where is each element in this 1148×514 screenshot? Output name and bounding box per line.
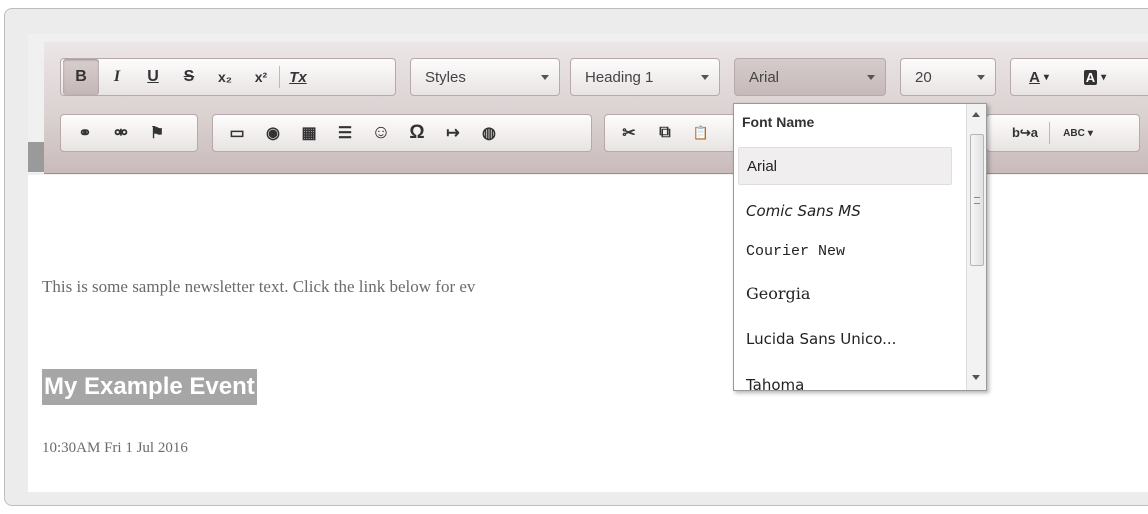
background-color-button[interactable]: A ▾ [1067,59,1123,95]
dropdown-scrollbar[interactable] [966,104,986,390]
format-combo[interactable]: Heading 1 [570,58,720,96]
scroll-up-arrow-icon[interactable] [972,112,980,117]
chevron-down-icon: ▾ [1087,127,1093,139]
spellcheck-icon: ABC [1063,127,1085,139]
background-color-icon: A [1083,69,1098,85]
links-group: ⚭ ⚮ ⚑ [60,114,198,152]
flash-button[interactable]: ◉ [255,115,291,151]
newsletter-paragraph: This is some sample newsletter text. Cli… [42,277,476,296]
italic-button[interactable]: I [99,59,135,95]
subscript-button[interactable]: x₂ [207,59,243,95]
smiley-button[interactable]: ☺ [363,115,399,151]
horizontal-line-button[interactable]: ☰ [327,115,363,151]
copy-icon: ⧉ [659,124,671,141]
find-replace-button[interactable]: b↪a [1001,115,1049,151]
font-option-label: Comic Sans MS [746,202,861,220]
styles-combo[interactable]: Styles [410,58,560,96]
link-icon: ⚭ [78,125,92,142]
font-option-georgia[interactable]: Georgia [738,274,952,312]
font-combo-label: Arial [749,68,780,86]
remove-format-button[interactable]: Tx [280,59,316,95]
font-option-lucida-sans-unicode[interactable]: Lucida Sans Unico... [738,320,952,358]
flash-icon: ◉ [266,125,280,142]
chevron-down-icon [867,75,875,80]
superscript-button[interactable]: x² [243,59,279,95]
flag-icon: ⚑ [149,125,165,142]
styles-combo-label: Styles [425,68,466,86]
dropdown-title: Font Name [742,114,815,130]
strikethrough-icon: S [183,68,195,85]
copy-button[interactable]: ⧉ [647,115,683,151]
font-option-label: Georgia [746,283,811,303]
font-size-combo[interactable]: 20 [900,58,996,96]
clipboard-group: ✂ ⧉ 📋 [604,114,744,152]
image-icon: ▭ [229,125,245,142]
colors-group: A ▾ A ▾ [1010,58,1148,96]
table-button[interactable]: ▦ [291,115,327,151]
paste-button[interactable]: 📋 [683,115,719,151]
page-break-button[interactable]: ↦ [435,115,471,151]
subscript-icon: x₂ [217,69,232,85]
font-combo[interactable]: Arial [734,58,886,96]
strikethrough-button[interactable]: S [171,59,207,95]
cut-button[interactable]: ✂ [611,115,647,151]
chevron-down-icon [541,75,549,80]
font-option-label: Lucida Sans Unico... [746,330,897,348]
unlink-button[interactable]: ⚮ [103,115,139,151]
text-color-icon: A [1029,68,1040,86]
font-option-comic-sans-ms[interactable]: Comic Sans MS [738,192,952,230]
format-combo-label: Heading 1 [585,68,654,86]
font-option-courier-new[interactable]: Courier New [738,232,952,270]
image-button[interactable]: ▭ [219,115,255,151]
horizontal-line-icon: ☰ [337,125,353,142]
insert-group: ▭ ◉ ▦ ☰ ☺ Ω ↦ ◍ [212,114,592,152]
bold-icon: B [75,68,87,85]
basic-styles-group: B I U S x₂ x² Tx [60,58,396,96]
font-name-dropdown: Font Name Arial Comic Sans MS Courier Ne… [733,103,987,391]
chevron-down-icon: ▾ [1101,71,1107,83]
chevron-down-icon [701,75,709,80]
editing-group: b↪a ABC ▾ [986,114,1140,152]
unlink-icon: ⚮ [114,125,128,142]
chevron-down-icon [977,75,985,80]
font-size-combo-label: 20 [915,68,932,86]
scrollbar-thumb[interactable] [970,134,984,266]
event-heading: My Example Event [42,369,257,405]
spellcheck-button[interactable]: ABC ▾ [1050,115,1106,151]
page-break-icon: ↦ [446,125,460,142]
underline-button[interactable]: U [135,59,171,95]
link-button[interactable]: ⚭ [67,115,103,151]
remove-format-icon: Tx [289,68,307,86]
smiley-icon: ☺ [371,122,391,143]
underline-icon: U [147,68,159,85]
paste-icon: 📋 [692,125,710,140]
iframe-button[interactable]: ◍ [471,115,507,151]
find-replace-icon: b↪a [1011,125,1039,140]
font-option-tahoma[interactable]: Tahoma [738,366,952,391]
globe-icon: ◍ [482,125,496,142]
font-option-label: Tahoma [746,376,805,391]
special-char-button[interactable]: Ω [399,115,435,151]
chevron-down-icon: ▾ [1043,71,1049,83]
grip-icon [974,197,980,204]
text-color-button[interactable]: A ▾ [1011,59,1067,95]
omega-icon: Ω [409,122,425,143]
font-option-label: Courier New [746,242,846,260]
font-option-arial[interactable]: Arial [738,147,952,185]
scroll-down-arrow-icon[interactable] [972,375,980,380]
superscript-icon: x² [254,69,268,85]
italic-icon: I [113,68,121,85]
scissors-icon: ✂ [622,125,636,142]
table-icon: ▦ [301,125,317,142]
event-date: 10:30AM Fri 1 Jul 2016 [42,440,188,456]
anchor-button[interactable]: ⚑ [139,115,175,151]
font-option-label: Arial [747,157,778,175]
bold-button[interactable]: B [63,59,99,95]
